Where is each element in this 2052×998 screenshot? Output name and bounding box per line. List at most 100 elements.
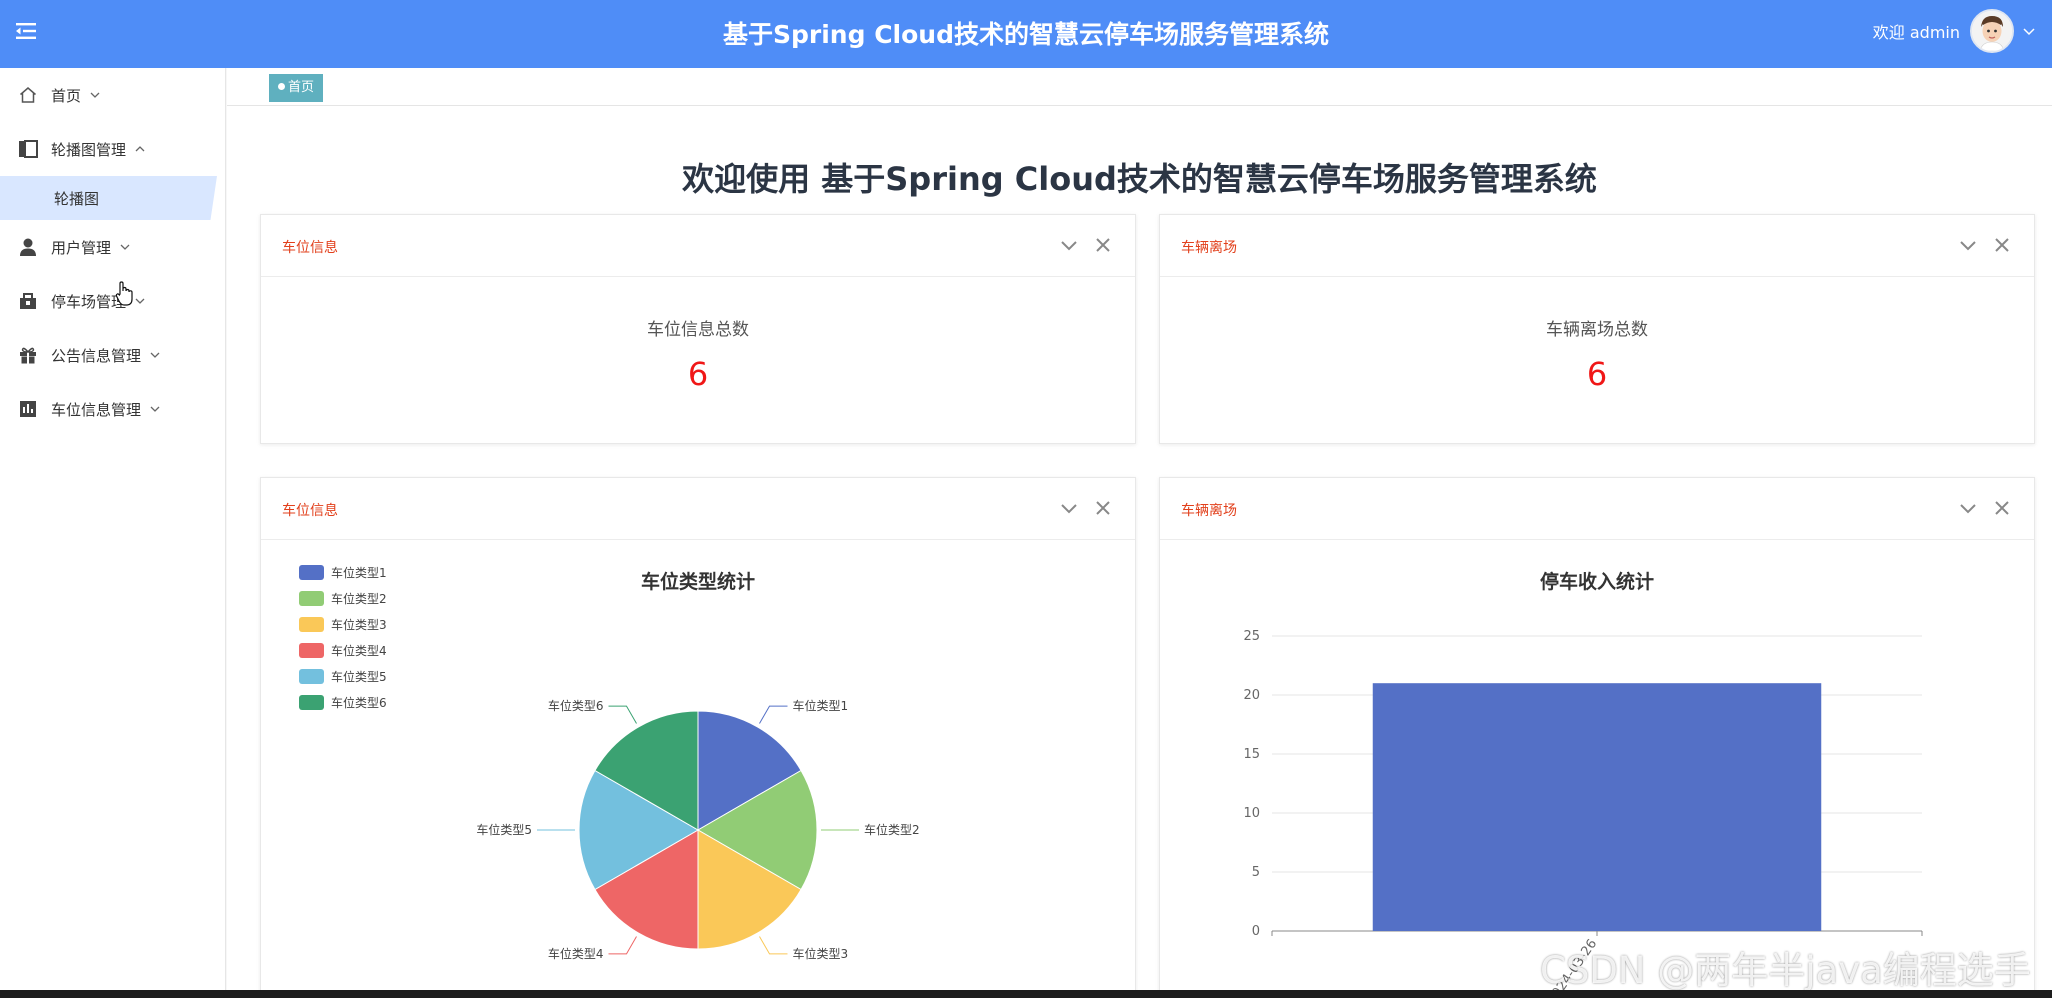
pie-label: 车位类型4	[548, 946, 604, 961]
legend-swatch	[299, 617, 324, 632]
collapse-chevron-icon[interactable]	[1059, 498, 1079, 518]
y-tick-label: 25	[1243, 629, 1260, 644]
y-tick-label: 5	[1252, 865, 1260, 880]
bar-chart: 停车收入统计05101520252024-03-26	[1243, 570, 1923, 998]
chevron-down-icon	[150, 406, 160, 412]
app-title: 基于Spring Cloud技术的智慧云停车场服务管理系统	[723, 20, 1329, 49]
chart-title: 停车收入统计	[1540, 570, 1654, 593]
watermark: CSDN @两年半java编程选手	[1540, 949, 2031, 992]
y-tick-label: 0	[1252, 924, 1260, 939]
top-bar: 基于Spring Cloud技术的智慧云停车场服务管理系统 欢迎 admin	[0, 0, 2052, 68]
close-icon[interactable]	[1992, 498, 2012, 518]
pie-label-line	[608, 936, 637, 955]
active-dot-icon	[278, 83, 285, 90]
y-tick-label: 20	[1243, 688, 1260, 703]
chevron-down-icon[interactable]	[2022, 24, 2036, 38]
user-icon	[20, 238, 36, 256]
pie-label-line	[759, 705, 788, 724]
legend-label: 车位类型3	[331, 617, 387, 632]
sidebar-item-label: 首页	[51, 86, 82, 105]
collapse-chevron-icon[interactable]	[1958, 498, 1978, 518]
legend-label: 车位类型2	[331, 591, 387, 606]
space-info-stat-card: 车位信息 车位信息总数 6	[260, 214, 1136, 444]
pie-label: 车位类型1	[793, 698, 849, 713]
collapse-chevron-icon[interactable]	[1958, 235, 1978, 255]
y-tick-label: 10	[1243, 806, 1260, 821]
legend-label: 车位类型5	[331, 669, 387, 684]
sidebar-subitem-label: 轮播图	[54, 189, 100, 208]
stat-value: 6	[1586, 355, 1608, 393]
chart-title: 车位类型统计	[641, 570, 755, 593]
card-header: 车位信息	[261, 215, 1135, 277]
tab-bar: 首页	[227, 68, 2052, 106]
home-icon	[20, 87, 36, 103]
pie-label: 车位类型6	[548, 698, 604, 713]
legend-swatch	[299, 695, 324, 710]
chevron-up-icon	[135, 146, 145, 152]
chart-icon	[20, 401, 36, 417]
stat-value: 6	[687, 355, 709, 393]
legend-swatch	[299, 565, 324, 580]
legend-swatch	[299, 643, 324, 658]
card-header: 车辆离场	[1160, 215, 2034, 277]
page-title: 欢迎使用 基于Spring Cloud技术的智慧云停车场服务管理系统	[682, 160, 1597, 198]
vehicle-departure-stat-card: 车辆离场 车辆离场总数 6	[1159, 214, 2035, 444]
close-icon[interactable]	[1093, 498, 1113, 518]
stat-label: 车辆离场总数	[1546, 320, 1648, 340]
card-header: 车辆离场	[1160, 478, 2034, 540]
hand-cursor-icon	[115, 281, 133, 306]
sidebar-item-announcement-management[interactable]: 公告信息管理	[0, 328, 225, 382]
sidebar-item-label: 车位信息管理	[51, 400, 142, 419]
close-icon[interactable]	[1093, 235, 1113, 255]
pie-label: 车位类型3	[793, 946, 849, 961]
pie-label-line	[759, 936, 788, 955]
sidebar: 首页 轮播图管理 轮播图 用户管理 停车场管理 公告信息管理 车位信息管理	[0, 68, 226, 998]
sidebar-item-label: 轮播图管理	[51, 140, 127, 159]
pie-label-line	[608, 705, 637, 724]
legend-label: 车位类型1	[331, 565, 387, 580]
avatar-face-icon	[1972, 11, 2012, 51]
chevron-down-icon	[120, 244, 130, 250]
bottom-strip	[0, 990, 2052, 998]
sidebar-item-home[interactable]: 首页	[0, 68, 225, 122]
sidebar-item-space-management[interactable]: 车位信息管理	[0, 382, 225, 436]
gift-icon	[20, 347, 36, 364]
space-type-chart-card: 车位信息 车位类型统计 车位类型1 车位类型2 车位类型3 车位类型4 车位类型5 车位类型…	[260, 477, 1136, 998]
carousel-icon	[19, 140, 38, 158]
parking-icon	[20, 293, 36, 309]
user-menu[interactable]: 欢迎 admin	[1873, 0, 2036, 62]
sidebar-item-user-management[interactable]: 用户管理	[0, 220, 225, 274]
card-title: 车辆离场	[1181, 240, 1237, 256]
avatar[interactable]	[1970, 9, 2014, 53]
tab-home[interactable]: 首页	[269, 74, 324, 102]
legend-label: 车位类型4	[331, 643, 387, 658]
chevron-down-icon	[150, 352, 160, 358]
pie-label: 车位类型5	[476, 822, 532, 837]
collapse-chevron-icon[interactable]	[1059, 235, 1079, 255]
y-tick-label: 15	[1243, 747, 1260, 762]
stat-label: 车位信息总数	[647, 320, 749, 340]
sidebar-subitem-carousel[interactable]: 轮播图	[0, 176, 217, 220]
legend-swatch	[299, 591, 324, 606]
tab-label: 首页	[288, 80, 315, 95]
card-tools	[1958, 235, 2012, 255]
chevron-down-icon	[90, 92, 100, 98]
card-header: 车位信息	[261, 478, 1135, 540]
card-title: 车辆离场	[1181, 503, 1237, 519]
bar	[1372, 683, 1822, 931]
sidebar-item-label: 用户管理	[51, 238, 112, 257]
card-title: 车位信息	[282, 503, 338, 519]
card-tools	[1059, 235, 1113, 255]
parking-income-chart-card: 车辆离场 停车收入统计 0 5 10 15 20 25 2024-03-26	[1159, 477, 2035, 998]
card-tools	[1059, 498, 1113, 518]
sidebar-item-label: 公告信息管理	[51, 346, 142, 365]
pie-label: 车位类型2	[864, 822, 920, 837]
sidebar-item-carousel-management[interactable]: 轮播图管理	[0, 122, 225, 176]
card-title: 车位信息	[282, 240, 338, 256]
main-content: 欢迎使用 基于Spring Cloud技术的智慧云停车场服务管理系统 车位信息 …	[227, 106, 2052, 998]
sidebar-item-parking-management[interactable]: 停车场管理	[0, 274, 225, 328]
welcome-user-label: 欢迎 admin	[1872, 23, 1960, 42]
close-icon[interactable]	[1992, 235, 2012, 255]
pie-chart: 车位类型统计车位类型1车位类型2车位类型3车位类型4车位类型5车位类型6 车位类型…	[299, 565, 920, 961]
card-tools	[1958, 498, 2012, 518]
